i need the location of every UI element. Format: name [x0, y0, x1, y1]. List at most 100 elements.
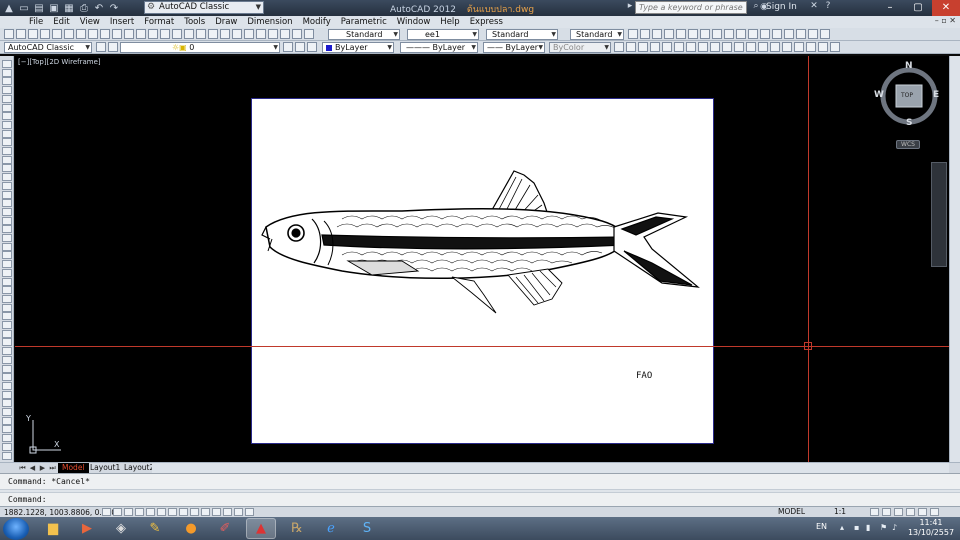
tray-expand-icon[interactable]: ▴ — [840, 523, 848, 532]
doc-window-controls[interactable]: – ▫ ✕ — [935, 16, 956, 25]
viewport-controls-label[interactable]: [−][Top][2D Wireframe] — [18, 58, 101, 66]
standard-tool-icon[interactable] — [88, 29, 98, 39]
layer-select[interactable]: ☼▣ 0 ▼ — [120, 42, 280, 53]
infer-constraints-icon[interactable] — [102, 508, 111, 516]
dynamic-ucs-icon[interactable] — [190, 508, 199, 516]
compass-south[interactable]: S — [906, 118, 912, 128]
style-tool-icon[interactable] — [820, 29, 830, 39]
hardware-acceleration-icon[interactable] — [894, 508, 903, 516]
standard-tool-icon[interactable] — [76, 29, 86, 39]
clean-screen-icon[interactable] — [930, 508, 939, 516]
draw-tool-icon[interactable] — [2, 408, 12, 416]
standard-tool-icon[interactable] — [124, 29, 134, 39]
standard-tool-icon[interactable] — [100, 29, 110, 39]
draw-tool-icon[interactable] — [2, 286, 12, 295]
standard-tool-icon[interactable] — [52, 29, 62, 39]
standard-tool-icon[interactable] — [304, 29, 314, 39]
wcs-menu[interactable]: WCS — [896, 140, 920, 149]
mleader-style-select[interactable]: Standard ▼ — [570, 29, 624, 40]
style-tool-icon[interactable] — [772, 29, 782, 39]
standard-tool-icon[interactable] — [232, 29, 242, 39]
menu-edit[interactable]: Edit — [53, 17, 69, 27]
draw-tool-icon[interactable] — [2, 347, 12, 356]
menu-modify[interactable]: Modify — [303, 17, 331, 27]
style-tool-icon[interactable] — [700, 29, 710, 39]
standard-tool-icon[interactable] — [28, 29, 38, 39]
draw-tool-icon[interactable] — [2, 77, 12, 86]
draw-tool-icon[interactable] — [2, 399, 12, 408]
start-button[interactable] — [3, 518, 29, 540]
command-prompt-input[interactable]: Command: — [8, 495, 47, 504]
modify-tool-icon[interactable] — [626, 42, 636, 52]
draw-tool-icon[interactable] — [2, 190, 12, 199]
workspace-tool-icon[interactable] — [108, 42, 118, 52]
draw-tool-icon[interactable] — [2, 425, 12, 434]
lock-icon[interactable] — [882, 508, 891, 516]
compass-north[interactable]: N — [905, 61, 913, 71]
standard-tool-icon[interactable] — [256, 29, 266, 39]
style-tool-icon[interactable] — [628, 29, 638, 39]
menu-file[interactable]: File — [29, 17, 43, 27]
modify-tool-icon[interactable] — [674, 42, 684, 52]
draw-tool-icon[interactable] — [2, 164, 12, 173]
next-tab-arrow-icon[interactable]: ▶ — [38, 464, 47, 473]
layer-tool-icon[interactable] — [283, 42, 293, 52]
draw-tool-icon[interactable] — [2, 112, 12, 121]
standard-tool-icon[interactable] — [268, 29, 278, 39]
browser-taskbar-icon[interactable]: ● — [176, 518, 206, 539]
draw-tool-icon[interactable] — [2, 321, 12, 329]
paint-taskbar-icon[interactable]: ✐ — [210, 518, 240, 539]
standard-tool-icon[interactable] — [112, 29, 122, 39]
style-tool-icon[interactable] — [808, 29, 818, 39]
modify-tool-icon[interactable] — [710, 42, 720, 52]
3d-object-snap-icon[interactable] — [168, 508, 177, 516]
style-tool-icon[interactable] — [640, 29, 650, 39]
draw-tool-icon[interactable] — [2, 294, 12, 303]
style-tool-icon[interactable] — [796, 29, 806, 39]
draw-tool-icon[interactable] — [2, 216, 12, 225]
undo-icon[interactable]: ↶ — [93, 2, 105, 14]
quick-properties-icon[interactable] — [234, 508, 243, 516]
menu-window[interactable]: Window — [397, 17, 431, 27]
draw-tool-icon[interactable] — [2, 207, 12, 216]
style-tool-icon[interactable] — [652, 29, 662, 39]
standard-tool-icon[interactable] — [292, 29, 302, 39]
draw-tool-icon[interactable] — [2, 251, 12, 260]
minimize-button[interactable]: – — [876, 0, 904, 16]
menu-view[interactable]: View — [80, 17, 100, 27]
style-tool-icon[interactable] — [676, 29, 686, 39]
menu-help[interactable]: Help — [440, 17, 459, 27]
modify-tool-icon[interactable] — [662, 42, 672, 52]
redo-icon[interactable]: ↷ — [108, 2, 120, 14]
modify-tool-icon[interactable] — [722, 42, 732, 52]
draw-tool-icon[interactable] — [2, 277, 12, 286]
compass-east[interactable]: E — [933, 90, 939, 100]
style-tool-icon[interactable] — [724, 29, 734, 39]
system-clock[interactable]: 11:41 13/10/2557 — [906, 518, 956, 538]
lineweight-select[interactable]: —— ByLayer ▼ — [483, 42, 545, 53]
object-snap-icon[interactable] — [157, 508, 166, 516]
draw-tool-icon[interactable] — [2, 434, 12, 443]
modify-tool-icon[interactable] — [614, 42, 624, 52]
modify-tool-icon[interactable] — [818, 42, 828, 52]
viewcube-face-top[interactable]: TOP — [901, 92, 913, 99]
draw-tool-icon[interactable] — [2, 390, 12, 399]
standard-tool-icon[interactable] — [244, 29, 254, 39]
standard-tool-icon[interactable] — [40, 29, 50, 39]
color-select[interactable]: ByLayer ▼ — [322, 42, 394, 53]
draw-tool-icon[interactable] — [2, 138, 12, 147]
lineweight-icon[interactable] — [212, 508, 221, 516]
tray-app-icon[interactable]: ▪ — [854, 523, 862, 532]
standard-tool-icon[interactable] — [196, 29, 206, 39]
layer-tool-icon[interactable] — [307, 42, 317, 52]
network-icon[interactable]: ▮ — [866, 523, 874, 532]
sign-in-button[interactable]: Sign In — [766, 2, 797, 12]
draw-tool-icon[interactable] — [2, 120, 12, 129]
tool-taskbar-icon[interactable]: ✎ — [140, 518, 170, 539]
draw-tool-icon[interactable] — [2, 416, 12, 425]
exchange-icon[interactable]: ✕ — [808, 1, 820, 14]
snap-mode-icon[interactable] — [113, 508, 122, 516]
style-tool-icon[interactable] — [736, 29, 746, 39]
action-center-icon[interactable]: ⚑ — [880, 523, 888, 532]
draw-tool-icon[interactable] — [2, 94, 12, 103]
